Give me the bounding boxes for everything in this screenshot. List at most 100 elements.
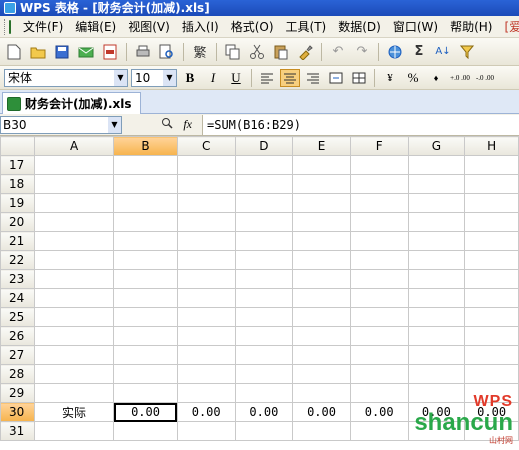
cell-a24[interactable] <box>33 288 115 308</box>
open-icon[interactable] <box>28 42 48 62</box>
cell-c27[interactable] <box>176 345 236 365</box>
cell-d29[interactable] <box>234 383 294 403</box>
cell-f22[interactable] <box>349 250 409 270</box>
chevron-down-icon[interactable]: ▼ <box>163 69 176 86</box>
font-size-select[interactable]: 10 ▼ <box>131 68 177 87</box>
cell-e24[interactable] <box>292 288 351 308</box>
cell-b24[interactable] <box>113 288 178 308</box>
cell-g30[interactable]: 0.00 <box>407 402 466 422</box>
cell-b18[interactable] <box>113 174 178 194</box>
cell-f26[interactable] <box>349 326 409 346</box>
print-preview-icon[interactable] <box>157 42 177 62</box>
cell-b17[interactable] <box>113 155 178 175</box>
search-icon[interactable] <box>161 117 173 132</box>
menu-view[interactable]: 视图(V) <box>122 17 176 37</box>
cell-d24[interactable] <box>234 288 294 308</box>
cell-h30[interactable]: 0.00 <box>464 402 519 422</box>
undo-icon[interactable]: ↶ <box>328 42 348 62</box>
cell-d19[interactable] <box>234 193 294 213</box>
menu-window[interactable]: 窗口(W) <box>387 17 444 37</box>
cell-f27[interactable] <box>349 345 409 365</box>
cell-c20[interactable] <box>176 212 236 232</box>
cell-a31[interactable] <box>33 421 115 441</box>
cell-f18[interactable] <box>349 174 409 194</box>
column-header-h[interactable]: H <box>464 136 519 156</box>
row-header[interactable]: 19 <box>0 193 35 213</box>
percent-button[interactable]: % <box>403 69 423 87</box>
cell-a21[interactable] <box>33 231 115 251</box>
cell-g24[interactable] <box>407 288 466 308</box>
cell-b21[interactable] <box>113 231 178 251</box>
cell-b19[interactable] <box>113 193 178 213</box>
menu-tools[interactable]: 工具(T) <box>280 17 333 37</box>
cell-h24[interactable] <box>464 288 519 308</box>
sort-ascending-icon[interactable]: A↓ <box>433 42 453 62</box>
cell-d26[interactable] <box>234 326 294 346</box>
cell-f20[interactable] <box>349 212 409 232</box>
cell-f23[interactable] <box>349 269 409 289</box>
cell-b26[interactable] <box>113 326 178 346</box>
menu-help[interactable]: 帮助(H) <box>444 17 498 37</box>
document-tab[interactable]: 财务会计(加减).xls <box>2 92 141 114</box>
row-header[interactable]: 22 <box>0 250 35 270</box>
cell-f31[interactable] <box>349 421 409 441</box>
cell-e20[interactable] <box>292 212 351 232</box>
column-header-e[interactable]: E <box>292 136 351 156</box>
row-header[interactable]: 18 <box>0 174 35 194</box>
cell-a29[interactable] <box>33 383 115 403</box>
new-icon[interactable] <box>4 42 24 62</box>
cell-g18[interactable] <box>407 174 466 194</box>
cell-e21[interactable] <box>292 231 351 251</box>
cell-g31[interactable] <box>407 421 466 441</box>
cell-d17[interactable] <box>234 155 294 175</box>
menu-extra[interactable]: [爱 <box>498 17 519 37</box>
cell-a30[interactable]: 实际 <box>33 402 115 422</box>
cell-h20[interactable] <box>464 212 519 232</box>
cell-h23[interactable] <box>464 269 519 289</box>
cell-d22[interactable] <box>234 250 294 270</box>
cell-b23[interactable] <box>113 269 178 289</box>
cell-a19[interactable] <box>33 193 115 213</box>
column-header-b[interactable]: B <box>113 136 178 156</box>
cell-g17[interactable] <box>407 155 466 175</box>
cell-g28[interactable] <box>407 364 466 384</box>
print-icon[interactable] <box>133 42 153 62</box>
cell-d27[interactable] <box>234 345 294 365</box>
format-painter-icon[interactable] <box>295 42 315 62</box>
cell-d20[interactable] <box>234 212 294 232</box>
cell-f28[interactable] <box>349 364 409 384</box>
cut-icon[interactable] <box>247 42 267 62</box>
cell-b22[interactable] <box>113 250 178 270</box>
name-box[interactable]: B30 ▼ <box>0 115 122 134</box>
save-icon[interactable] <box>52 42 72 62</box>
cell-b31[interactable] <box>113 421 178 441</box>
formula-input[interactable]: =SUM(B16:B29) <box>202 114 519 135</box>
row-header[interactable]: 31 <box>0 421 35 441</box>
cell-g21[interactable] <box>407 231 466 251</box>
bold-button[interactable]: B <box>180 69 200 87</box>
cell-b30[interactable]: 0.00 <box>113 402 178 422</box>
italic-button[interactable]: I <box>203 69 223 87</box>
cell-e25[interactable] <box>292 307 351 327</box>
insert-function-icon[interactable]: fx <box>183 117 192 132</box>
cell-h19[interactable] <box>464 193 519 213</box>
copy-icon[interactable] <box>223 42 243 62</box>
merge-cells-icon[interactable] <box>326 69 346 87</box>
cell-b28[interactable] <box>113 364 178 384</box>
cell-h17[interactable] <box>464 155 519 175</box>
row-header[interactable]: 28 <box>0 364 35 384</box>
cell-a26[interactable] <box>33 326 115 346</box>
cell-h26[interactable] <box>464 326 519 346</box>
cell-c31[interactable] <box>176 421 236 441</box>
cell-a18[interactable] <box>33 174 115 194</box>
cell-e19[interactable] <box>292 193 351 213</box>
column-header-f[interactable]: F <box>349 136 409 156</box>
decrease-decimal-button[interactable]: -.0 .00 <box>474 69 496 87</box>
cell-a22[interactable] <box>33 250 115 270</box>
hyperlink-icon[interactable] <box>385 42 405 62</box>
cell-e22[interactable] <box>292 250 351 270</box>
cell-f17[interactable] <box>349 155 409 175</box>
cell-c21[interactable] <box>176 231 236 251</box>
menu-format[interactable]: 格式(O) <box>225 17 280 37</box>
cell-e18[interactable] <box>292 174 351 194</box>
